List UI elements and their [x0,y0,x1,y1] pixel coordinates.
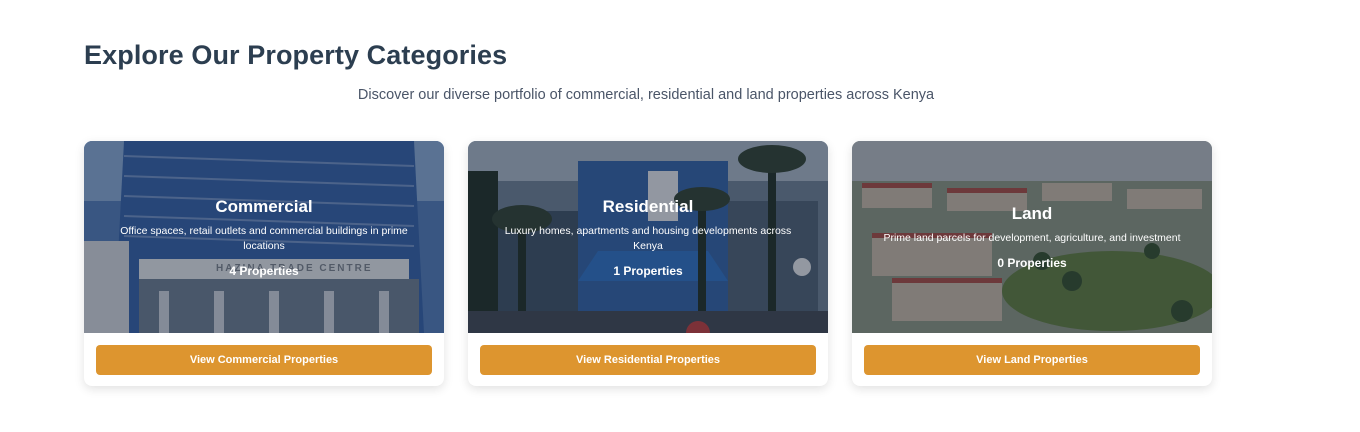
category-card-commercial: HAZINA TRADE CENTRE Commercial Office sp… [84,141,444,386]
section-title: Explore Our Property Categories [84,40,508,70]
card-description-commercial: Office spaces, retail outlets and commer… [120,224,408,252]
category-cards: HAZINA TRADE CENTRE Commercial Office sp… [84,141,1212,386]
property-categories-section: Explore Our Property Categories Discover… [0,0,1360,432]
card-title-land: Land [1011,204,1053,223]
card-image-commercial: HAZINA TRADE CENTRE Commercial Office sp… [84,141,444,333]
view-residential-button[interactable]: View Residential Properties [480,345,816,375]
card-title-commercial: Commercial [215,196,313,216]
card-image-land: Land Prime land parcels for development,… [852,141,1212,333]
card-description-land: Prime land parcels for development, agri… [883,232,1181,244]
card-image-residential: Residential Luxury homes, apartments and… [468,141,828,333]
property-count-commercial: 4 Properties [229,263,299,278]
card-title-residential: Residential [602,196,694,216]
view-commercial-button[interactable]: View Commercial Properties [96,345,432,375]
card-description-residential: Luxury homes, apartments and housing dev… [504,224,792,252]
category-card-land: Land Prime land parcels for development,… [852,141,1212,386]
category-card-residential: Residential Luxury homes, apartments and… [468,141,828,386]
property-count-land: 0 Properties [997,256,1067,270]
view-land-button[interactable]: View Land Properties [864,345,1200,375]
section-subtitle: Discover our diverse portfolio of commer… [357,87,935,103]
property-count-residential: 1 Properties [613,263,683,278]
